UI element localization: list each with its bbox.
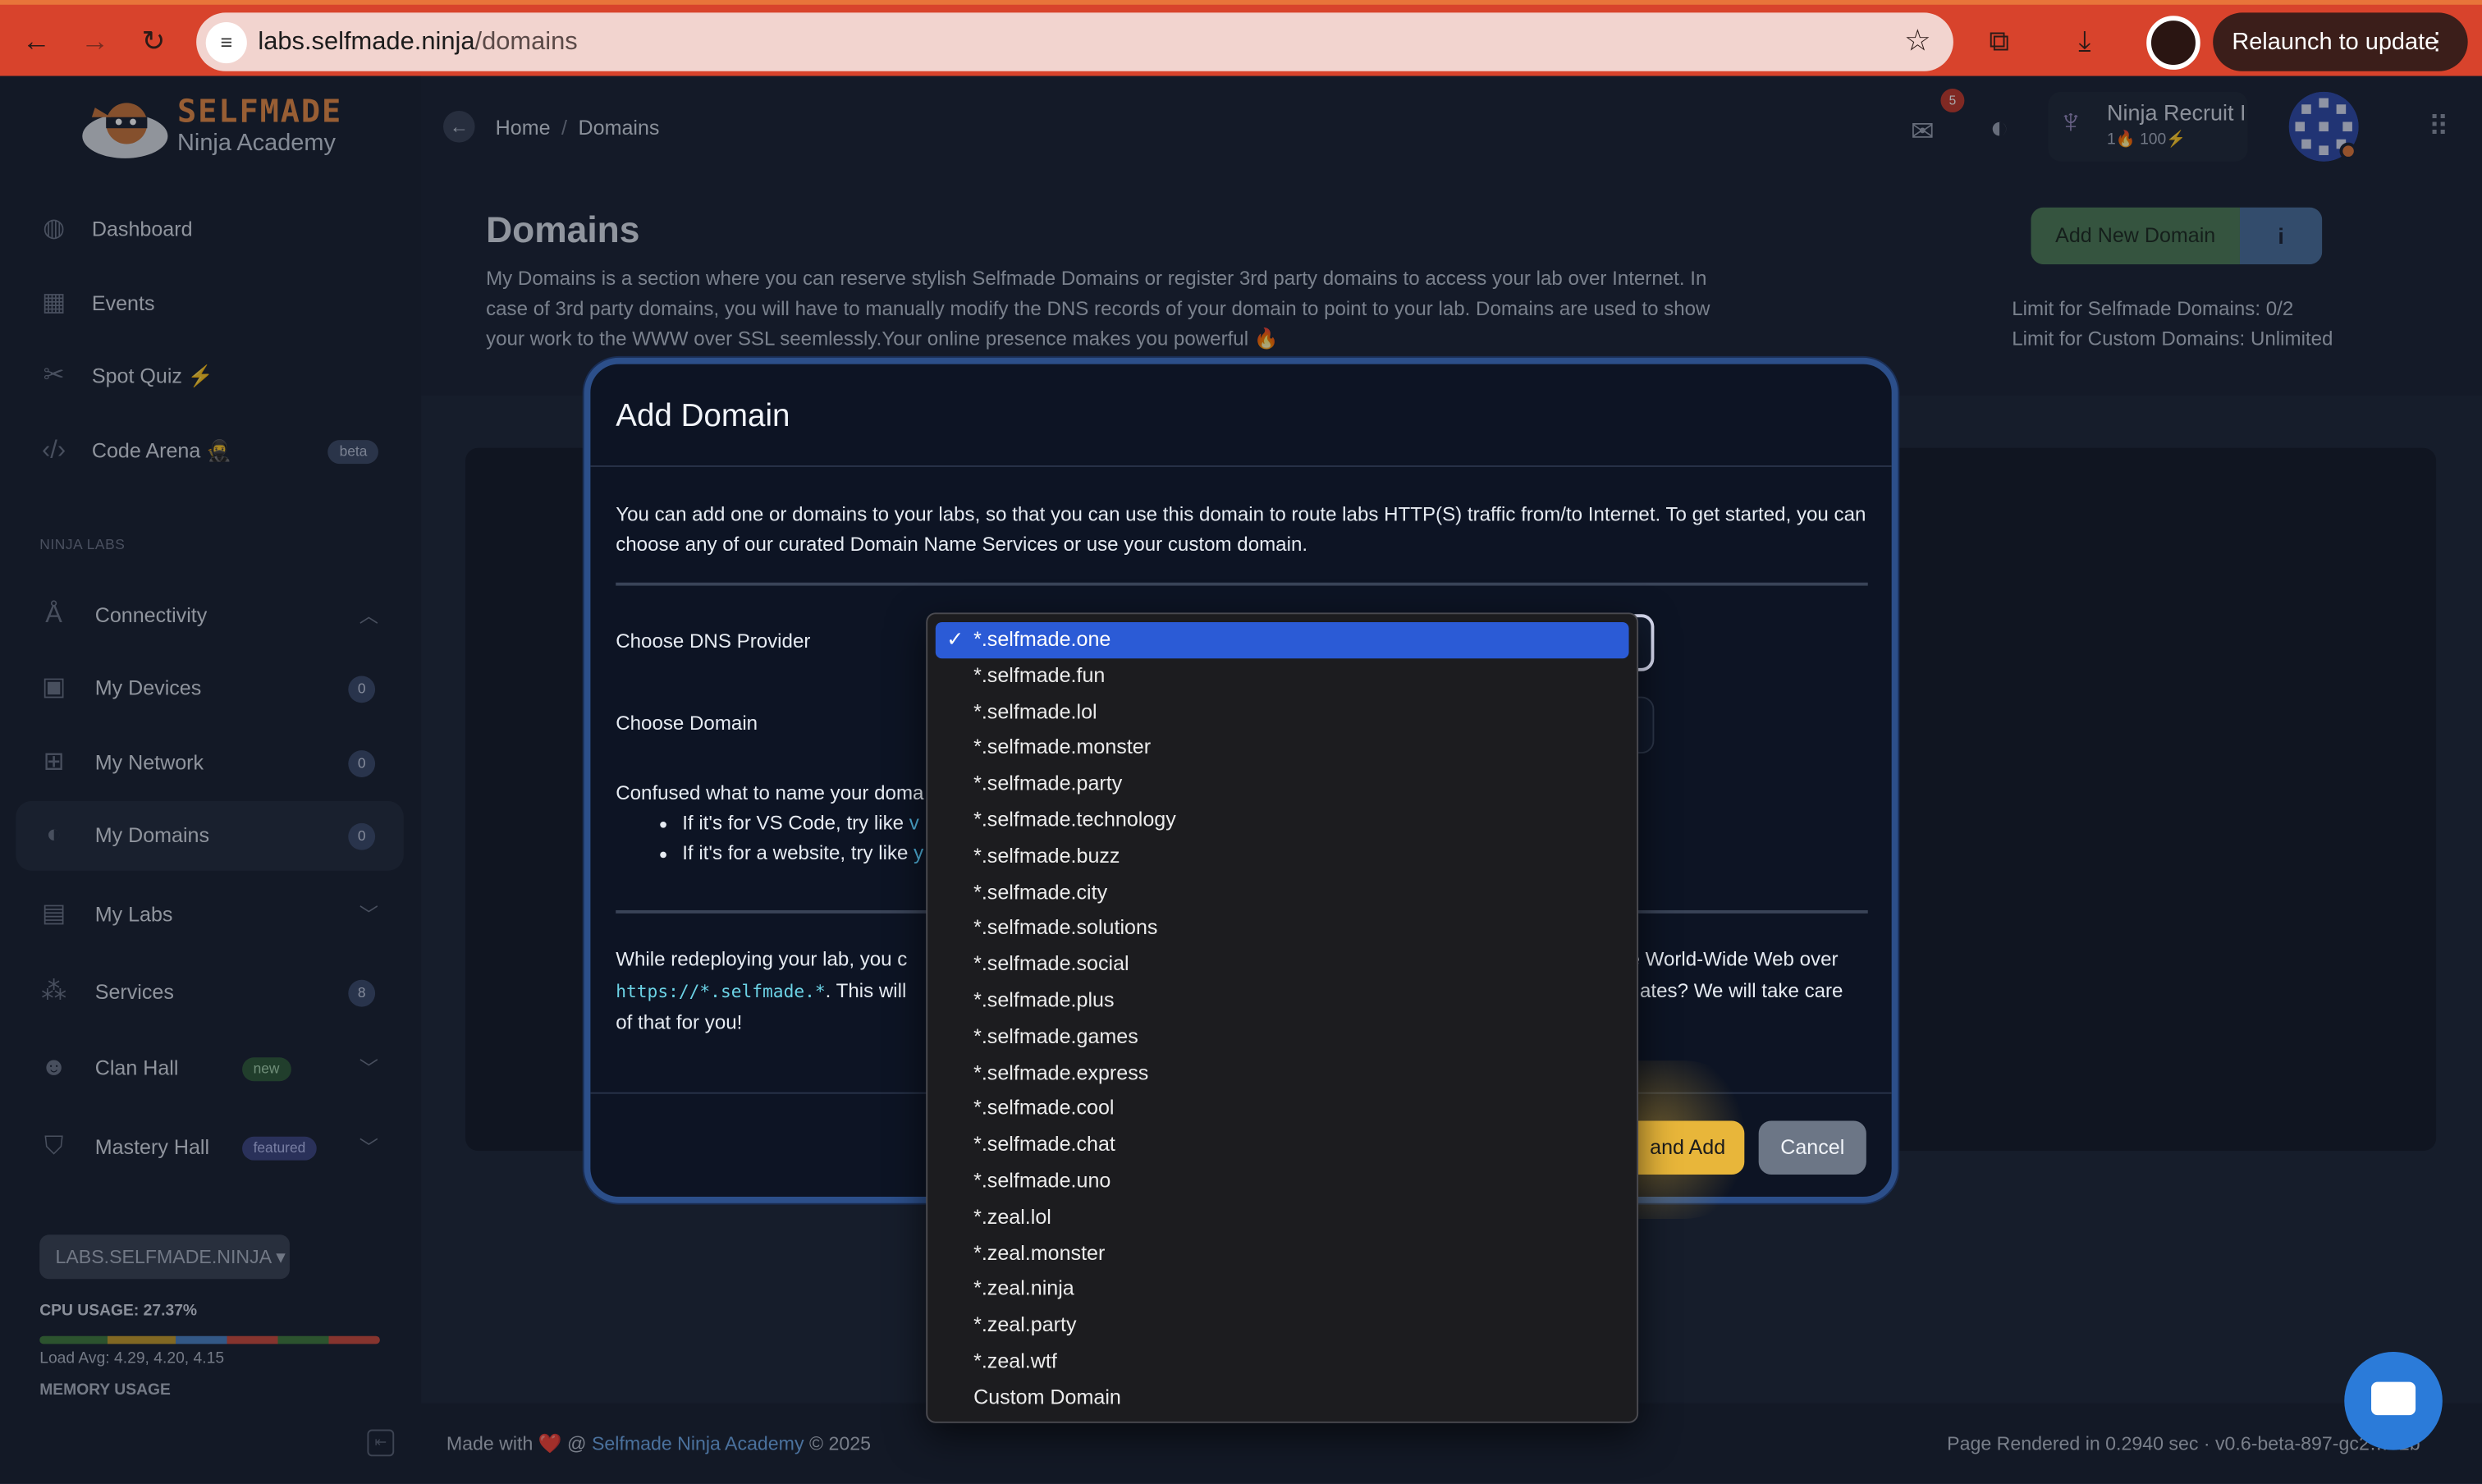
dropdown-option[interactable]: *.zeal.lol	[936, 1199, 1629, 1235]
dropdown-option[interactable]: Custom Domain	[936, 1380, 1629, 1416]
dropdown-option[interactable]: *.selfmade.social	[936, 947, 1629, 983]
dropdown-option[interactable]: *.selfmade.technology	[936, 803, 1629, 839]
dropdown-option[interactable]: *.selfmade.solutions	[936, 911, 1629, 947]
dropdown-option[interactable]: *.selfmade.uno	[936, 1163, 1629, 1199]
dns-provider-dropdown-list[interactable]: ✓ *.selfmade.one *.selfmade.fun *.selfmade.…	[926, 612, 1639, 1423]
divider	[616, 582, 1868, 586]
dropdown-option[interactable]: *.selfmade.lol	[936, 694, 1629, 731]
dropdown-option[interactable]: *.zeal.wtf	[936, 1344, 1629, 1380]
dropdown-option-label: *.selfmade.fun	[973, 662, 1106, 687]
dropdown-option-label: *.selfmade.uno	[973, 1168, 1111, 1193]
forward-arrow-icon[interactable]: →	[78, 24, 112, 58]
dropdown-option-label: *.selfmade.monster	[973, 735, 1152, 759]
dropdown-option-label: *.selfmade.technology	[973, 807, 1176, 831]
url-text: labs.selfmade.ninja/domains	[258, 28, 578, 56]
save-and-add-button[interactable]: and Add	[1623, 1120, 1745, 1175]
dropdown-option[interactable]: *.selfmade.buzz	[936, 839, 1629, 875]
dropdown-option[interactable]: *.zeal.party	[936, 1308, 1629, 1344]
dropdown-option-label: *.selfmade.party	[973, 771, 1123, 795]
dropdown-option[interactable]: *.selfmade.party	[936, 767, 1629, 803]
modal-intro: You can add one or domains to your labs,…	[616, 503, 1866, 556]
relaunch-button[interactable]: Relaunch to update ⋮	[2213, 12, 2468, 71]
divider	[590, 465, 1892, 467]
dropdown-option-label: *.selfmade.lol	[973, 698, 1097, 723]
dropdown-option[interactable]: *.selfmade.plus	[936, 983, 1629, 1019]
domain-label: Choose Domain	[616, 712, 758, 735]
dropdown-option-label: *.selfmade.chat	[973, 1132, 1115, 1157]
dropdown-option-label: *.selfmade.plus	[973, 987, 1115, 1012]
dropdown-option-label: *.selfmade.buzz	[973, 843, 1120, 868]
dropdown-option-label: *.zeal.lol	[973, 1204, 1051, 1229]
dropdown-option-label: *.selfmade.social	[973, 951, 1129, 976]
extensions-icon[interactable]: ⧉	[1982, 24, 2017, 58]
back-arrow-icon[interactable]: ←	[19, 24, 53, 58]
tip-website: If it's for a website, try like y	[682, 839, 923, 869]
dropdown-option-label: *.selfmade.city	[973, 879, 1108, 904]
dropdown-option-label: *.selfmade.express	[973, 1060, 1149, 1084]
dropdown-option-label: *.zeal.party	[973, 1312, 1077, 1337]
dropdown-option-label: *.zeal.monster	[973, 1240, 1106, 1265]
dropdown-option-label: *.selfmade.cool	[973, 1096, 1115, 1120]
dropdown-option-label: *.selfmade.solutions	[973, 915, 1158, 940]
chat-button[interactable]	[2344, 1352, 2443, 1450]
profile-avatar[interactable]	[2146, 16, 2200, 70]
dropdown-option[interactable]: *.selfmade.games	[936, 1019, 1629, 1056]
dropdown-option[interactable]: *.zeal.monster	[936, 1235, 1629, 1271]
download-icon[interactable]: ⤓	[2068, 24, 2102, 58]
dropdown-option[interactable]: ✓ *.selfmade.one	[935, 621, 1629, 658]
modal-title: Add Domain	[616, 399, 790, 434]
dropdown-option[interactable]: *.selfmade.chat	[936, 1127, 1629, 1163]
browser-toolbar: ← → ↻ ≡ labs.selfmade.ninja/domains ☆ ⧉ …	[0, 0, 2482, 76]
dropdown-option[interactable]: *.selfmade.monster	[936, 731, 1629, 767]
chat-icon	[2371, 1381, 2416, 1416]
dropdown-option[interactable]: *.selfmade.express	[936, 1056, 1629, 1092]
tips-heading: Confused what to name your doma	[616, 781, 924, 804]
bookmark-star-icon[interactable]: ☆	[1904, 24, 1931, 60]
naming-tips: Confused what to name your doma If it's …	[616, 779, 923, 869]
provider-label: Choose DNS Provider	[616, 630, 811, 653]
dropdown-option-label: Custom Domain	[973, 1385, 1121, 1408]
site-info-icon[interactable]: ≡	[205, 22, 247, 64]
dropdown-option-label: *.zeal.ninja	[973, 1276, 1074, 1301]
more-vert-icon[interactable]: ⋮	[2425, 12, 2449, 71]
dropdown-option[interactable]: *.selfmade.city	[936, 875, 1629, 911]
dropdown-option[interactable]: *.selfmade.cool	[936, 1091, 1629, 1127]
dropdown-option[interactable]: *.selfmade.fun	[936, 658, 1629, 694]
dropdown-option[interactable]: *.zeal.ninja	[936, 1271, 1629, 1308]
cancel-button[interactable]: Cancel	[1758, 1120, 1866, 1175]
dropdown-option-label: *.zeal.wtf	[973, 1349, 1057, 1372]
address-bar[interactable]: ≡ labs.selfmade.ninja/domains ☆	[196, 12, 1953, 71]
checkmark-icon: ✓	[946, 626, 964, 651]
dropdown-option-label: *.selfmade.one	[973, 626, 1111, 651]
tip-vscode: If it's for VS Code, try like v	[682, 809, 923, 840]
reload-icon[interactable]: ↻	[136, 24, 171, 58]
dropdown-option-label: *.selfmade.games	[973, 1024, 1138, 1048]
